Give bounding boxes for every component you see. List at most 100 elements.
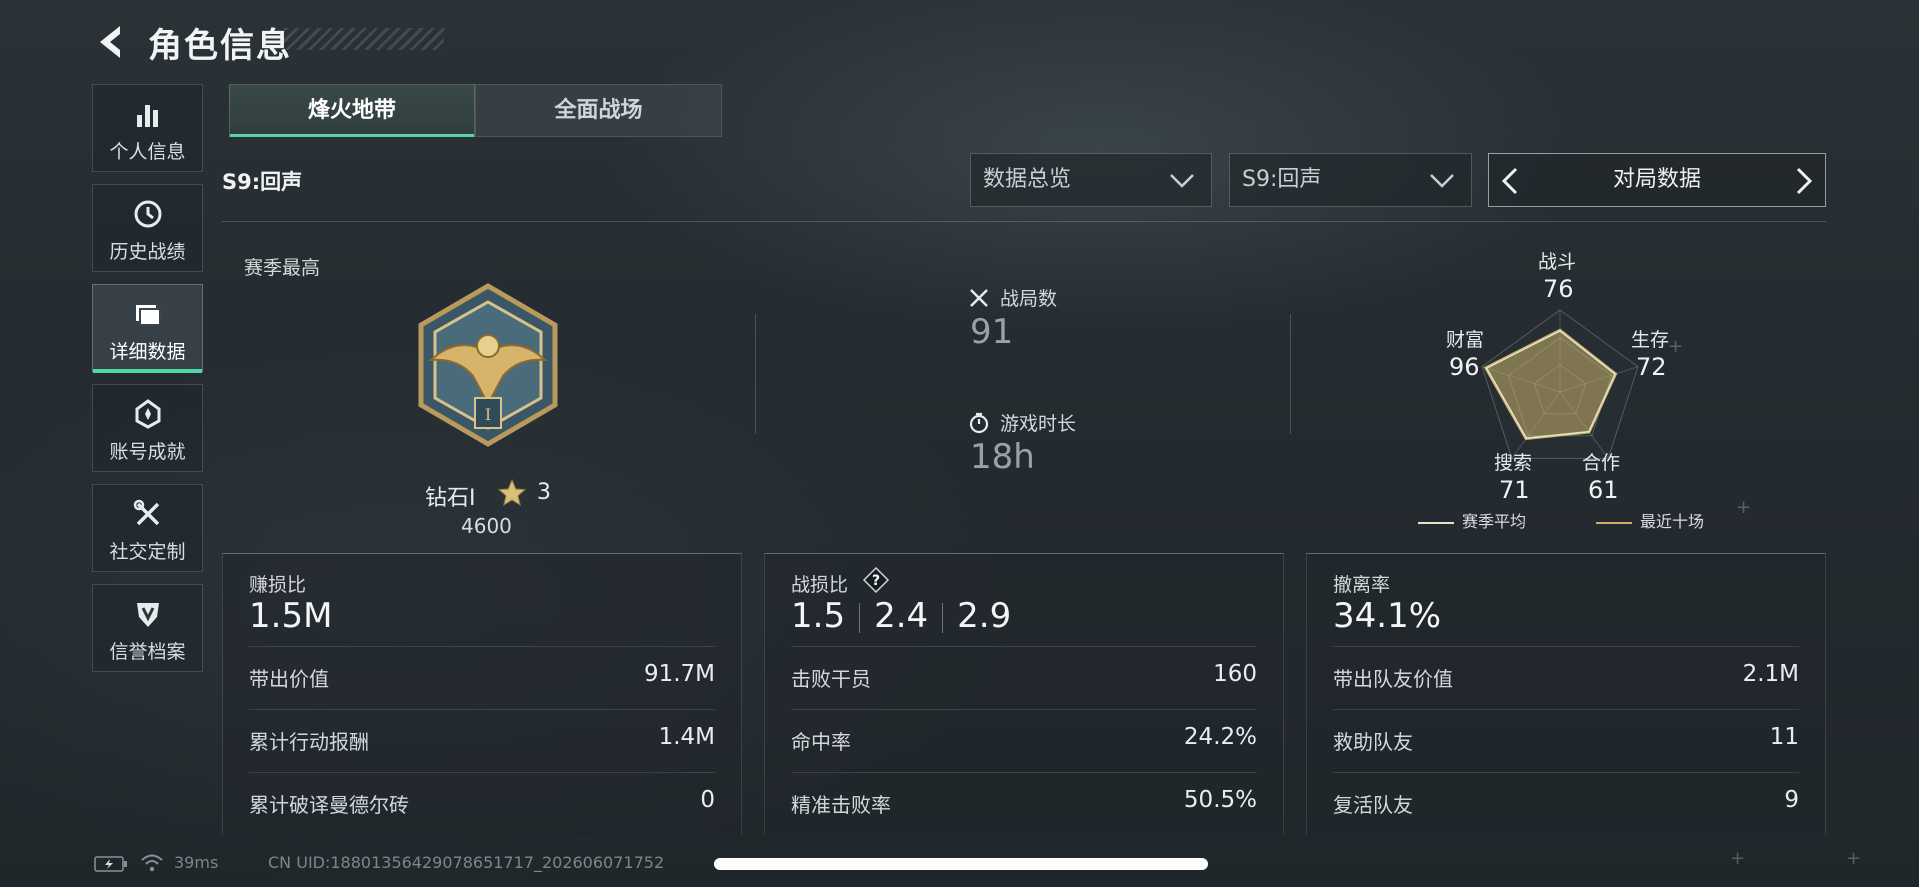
radar-value-combat: 76	[1543, 275, 1574, 303]
svg-text:?: ?	[872, 573, 880, 589]
shield-icon	[136, 603, 159, 627]
card-main-value: 1.5 2.4 2.9	[791, 596, 1011, 636]
chevron-down-icon	[1170, 174, 1194, 188]
help-icon[interactable]: ?	[862, 566, 890, 594]
chevron-left-icon[interactable]	[1499, 166, 1521, 196]
season-dropdown-value: S9:回声	[1242, 167, 1322, 192]
tab-full-battlefield[interactable]: 全面战场	[475, 84, 722, 137]
folder-icon	[135, 305, 161, 326]
sidebar-item-credit[interactable]: 信誉档案	[92, 584, 203, 672]
card-title: 赚损比	[249, 574, 307, 596]
card-extraction-rate: 撤离率 34.1% 带出队友价值 2.1M 救助队友 11 复活队友 9	[1306, 553, 1826, 835]
rank-name: 钻石I	[425, 486, 476, 511]
season-best-label: 赛季最高	[244, 257, 321, 279]
battery-icon	[94, 856, 127, 872]
matches-value: 91	[970, 312, 1014, 352]
card-row: 累计破译曼德尔砖 0	[249, 772, 715, 835]
data-type-pager: 对局数据	[1488, 153, 1826, 207]
decor-plus: +	[1730, 848, 1746, 869]
card-title: 撤离率	[1333, 574, 1391, 596]
card-kd-ratio: 战损比 1.5 2.4 2.9 击败干员 160 命中率 24.2% 精准击败率 5…	[764, 553, 1284, 835]
title-decoration	[284, 28, 444, 50]
legend-swatch	[1418, 521, 1454, 524]
rank-score: 4600	[461, 514, 512, 538]
radar-value-survival: 72	[1636, 353, 1667, 381]
row-value: 1.4M	[658, 724, 715, 750]
chevron-right-icon[interactable]	[1793, 166, 1815, 196]
legend-recent-ten: 最近十场	[1596, 508, 1704, 532]
sidebar-item-label: 详细数据	[109, 341, 186, 363]
card-row: 精准击败率 50.5%	[791, 772, 1257, 835]
radar-label-cooperation: 合作	[1582, 452, 1621, 474]
sidebar-item-achievements[interactable]: 账号成就	[92, 384, 203, 472]
tab-beacon-zone[interactable]: 烽火地带	[229, 84, 475, 137]
overview-dropdown[interactable]: 数据总览	[970, 153, 1212, 207]
row-value: 9	[1784, 787, 1799, 813]
row-label: 复活队友	[1333, 793, 1413, 817]
home-indicator[interactable]	[714, 858, 1208, 870]
stopwatch-icon	[969, 412, 989, 434]
card-row: 击败干员 160	[791, 646, 1257, 709]
sidebar-item-personal-info[interactable]: 个人信息	[92, 84, 203, 172]
star-count: 3	[537, 480, 551, 505]
row-label: 累计破译曼德尔砖	[249, 793, 409, 817]
wifi-icon	[141, 854, 163, 872]
row-value: 0	[700, 787, 715, 813]
sidebar-item-label: 账号成就	[109, 441, 186, 463]
sidebar-item-label: 社交定制	[109, 541, 186, 563]
divider	[1290, 314, 1291, 434]
row-label: 带出价值	[249, 667, 329, 691]
card-row: 救助队友 11	[1333, 709, 1799, 772]
card-main-value: 34.1%	[1333, 596, 1442, 636]
back-arrow-icon[interactable]	[92, 22, 126, 62]
radar-value-search: 71	[1499, 476, 1530, 504]
sidebar-item-history[interactable]: 历史战绩	[92, 184, 203, 272]
row-value: 160	[1213, 661, 1257, 687]
card-row: 累计行动报酬 1.4M	[249, 709, 715, 772]
user-uid: CN UID:18801356429078651717_202606071752	[268, 853, 665, 872]
kd-value-2: 2.4	[874, 596, 929, 636]
matches-label: 战局数	[1000, 288, 1058, 310]
star-icon	[497, 478, 527, 507]
sidebar-item-social[interactable]: 社交定制	[92, 484, 203, 572]
page-title: 角色信息	[148, 26, 292, 66]
season-dropdown[interactable]: S9:回声	[1229, 153, 1472, 207]
sidebar-item-detailed-data[interactable]: 详细数据	[92, 284, 203, 373]
pager-label: 对局数据	[1612, 167, 1701, 192]
divider	[755, 314, 756, 434]
decor-plus: +	[1846, 848, 1862, 869]
overview-dropdown-value: 数据总览	[983, 167, 1072, 192]
tools-icon	[133, 499, 159, 526]
row-label: 累计行动报酬	[249, 730, 369, 754]
play-time-value: 18h	[970, 437, 1035, 477]
season-label: S9:回声	[222, 170, 303, 194]
clock-icon	[134, 200, 161, 228]
decor-plus: +	[1736, 497, 1752, 518]
badge-icon	[135, 399, 160, 429]
sidebar-item-label: 信誉档案	[109, 641, 186, 663]
row-value: 24.2%	[1183, 724, 1257, 750]
radar-value-cooperation: 61	[1588, 476, 1619, 504]
card-row: 带出价值 91.7M	[249, 646, 715, 709]
row-value: 2.1M	[1742, 661, 1799, 687]
sidebar-item-label: 历史战绩	[109, 241, 186, 263]
chevron-down-icon	[1430, 174, 1454, 188]
separator	[859, 602, 861, 633]
kd-value-3: 2.9	[957, 596, 1012, 636]
legend-swatch	[1596, 521, 1632, 524]
sidebar-item-label: 个人信息	[109, 141, 186, 163]
card-title: 战损比	[791, 574, 849, 596]
radar-label-search: 搜索	[1494, 452, 1533, 474]
kd-value-1: 1.5	[791, 596, 846, 636]
rank-medal-icon: I	[418, 283, 558, 447]
row-label: 命中率	[791, 730, 851, 754]
legend-label: 最近十场	[1640, 512, 1705, 531]
card-row: 命中率 24.2%	[791, 709, 1257, 772]
separator	[942, 602, 944, 633]
bar-chart-icon	[136, 105, 158, 127]
play-time-label: 游戏时长	[1000, 413, 1077, 435]
radar-label-wealth: 财富	[1446, 329, 1485, 351]
row-label: 精准击败率	[791, 793, 891, 817]
legend-season-average: 赛季平均	[1418, 508, 1526, 532]
divider	[222, 221, 1826, 222]
